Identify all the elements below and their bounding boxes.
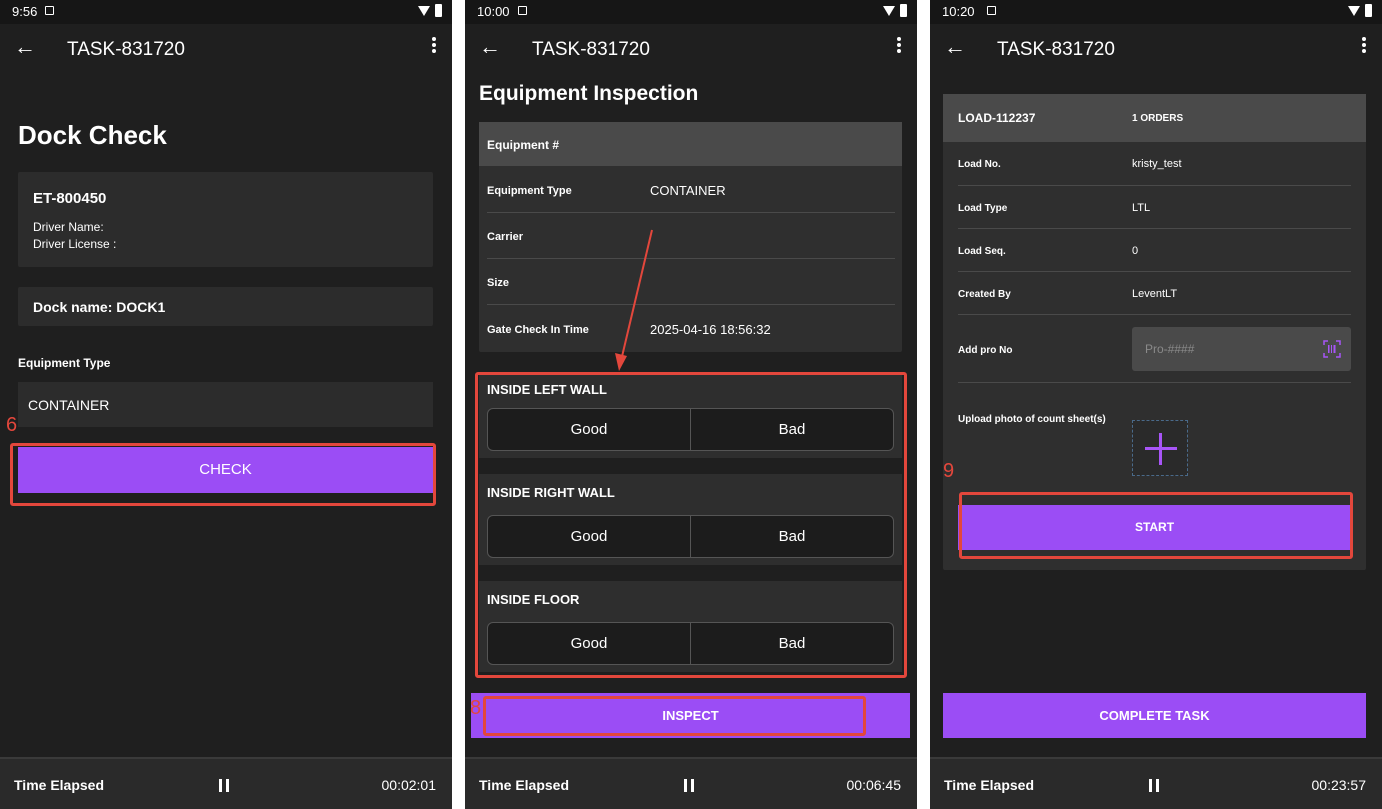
row-value: 2025-04-16 18:56:32 xyxy=(650,322,771,337)
battery-icon xyxy=(1365,4,1372,17)
dock-name: Dock name: DOCK1 xyxy=(33,299,166,315)
equipment-type-label: Equipment Type xyxy=(18,356,111,370)
row-value: LTL xyxy=(1132,202,1151,214)
annotation-box xyxy=(959,492,1353,559)
row-label: Created By xyxy=(958,289,1011,300)
annotation-box xyxy=(10,443,436,506)
equipment-type-value: CONTAINER xyxy=(28,397,110,413)
task-title: TASK-831720 xyxy=(532,39,650,60)
row-label: Gate Check In Time xyxy=(487,324,589,336)
dock-name-card: Dock name: DOCK1 xyxy=(18,287,433,326)
page-title: Equipment Inspection xyxy=(479,82,699,105)
plus-icon-vertical xyxy=(1159,433,1162,465)
entry-card: ET-800450 Driver Name: Driver License : xyxy=(18,172,433,267)
app-bar: ← TASK-831720 xyxy=(930,24,1382,78)
notification-icon xyxy=(518,6,527,15)
divider xyxy=(958,185,1351,186)
divider xyxy=(487,212,895,213)
row-label: Equipment Type xyxy=(487,185,572,197)
row-value: LeventLT xyxy=(1132,288,1178,300)
screen-dock-check: 9:56 ← TASK-831720 Dock Check ET-800450 … xyxy=(0,0,452,809)
pro-input-placeholder: Pro-#### xyxy=(1145,342,1195,356)
row-label: Size xyxy=(487,277,510,289)
pro-input[interactable]: Pro-#### xyxy=(1132,327,1351,371)
back-arrow-icon[interactable]: ← xyxy=(944,34,966,60)
status-bar: 10:20 xyxy=(930,0,1382,24)
time-elapsed-value: 00:02:01 xyxy=(381,777,437,793)
barcode-scan-icon[interactable] xyxy=(1323,340,1341,358)
upload-photo-button[interactable] xyxy=(1132,420,1188,476)
footer-bar: Time Elapsed 00:23:57 xyxy=(930,757,1382,809)
driver-license: Driver License : xyxy=(33,237,117,251)
annotation-marker: 9 xyxy=(943,460,955,482)
row-label: Carrier xyxy=(487,231,524,243)
more-vert-icon[interactable] xyxy=(1362,35,1366,55)
equipment-type-select[interactable]: CONTAINER xyxy=(18,382,433,427)
pause-icon[interactable] xyxy=(219,779,229,792)
app-bar: ← TASK-831720 xyxy=(0,24,452,78)
app-bar: ← TASK-831720 xyxy=(465,24,917,78)
driver-name: Driver Name: xyxy=(33,220,104,234)
annotation-marker: 6 xyxy=(6,414,18,436)
divider xyxy=(487,258,895,259)
time-elapsed-value: 00:06:45 xyxy=(846,777,902,793)
load-header: LOAD-112237 1 ORDERS xyxy=(943,94,1366,142)
row-value: 0 xyxy=(1132,245,1139,257)
divider xyxy=(958,382,1351,383)
screen-equipment-inspection: 10:00 ← TASK-831720 Equipment Inspection… xyxy=(465,0,917,809)
divider xyxy=(487,304,895,305)
task-title: TASK-831720 xyxy=(67,39,185,60)
time-elapsed-value: 00:23:57 xyxy=(1311,777,1367,793)
load-orders: 1 ORDERS xyxy=(1132,113,1184,124)
row-label: Load Seq. xyxy=(958,246,1006,257)
annotation-box xyxy=(483,696,866,736)
time-elapsed-label: Time Elapsed xyxy=(14,777,105,793)
annotation-marker: 8 xyxy=(470,697,482,719)
complete-task-button[interactable]: COMPLETE TASK xyxy=(943,693,1366,738)
more-vert-icon[interactable] xyxy=(432,35,436,55)
status-bar: 10:00 xyxy=(465,0,917,24)
task-title: TASK-831720 xyxy=(997,39,1115,60)
pro-label: Add pro No xyxy=(958,345,1013,356)
divider xyxy=(958,271,1351,272)
more-vert-icon[interactable] xyxy=(897,35,901,55)
notification-icon xyxy=(45,6,54,15)
entry-id: ET-800450 xyxy=(33,190,107,207)
battery-icon xyxy=(900,4,907,17)
back-arrow-icon[interactable]: ← xyxy=(479,34,501,60)
time-elapsed-label: Time Elapsed xyxy=(479,777,570,793)
row-label: Load No. xyxy=(958,159,1001,170)
status-bar: 9:56 xyxy=(0,0,452,24)
status-time: 10:20 xyxy=(942,4,975,19)
page-title: Dock Check xyxy=(18,120,167,150)
annotation-arrow xyxy=(615,229,653,371)
wifi-icon xyxy=(1348,6,1360,16)
notification-icon xyxy=(987,6,996,15)
equipment-table: Equipment # Equipment Type CONTAINER Car… xyxy=(479,122,902,352)
back-arrow-icon[interactable]: ← xyxy=(14,34,36,60)
wifi-icon xyxy=(418,6,430,16)
status-time: 9:56 xyxy=(12,4,38,19)
row-label: Load Type xyxy=(958,203,1008,214)
divider xyxy=(958,228,1351,229)
time-elapsed-label: Time Elapsed xyxy=(944,777,1035,793)
footer-bar: Time Elapsed 00:06:45 xyxy=(465,757,917,809)
row-value: CONTAINER xyxy=(650,183,726,198)
wifi-icon xyxy=(883,6,895,16)
table-header: Equipment # xyxy=(479,122,902,166)
pause-icon[interactable] xyxy=(684,779,694,792)
upload-label: Upload photo of count sheet(s) xyxy=(958,414,1106,425)
table-header-label: Equipment # xyxy=(487,138,560,152)
annotation-box xyxy=(475,372,907,678)
footer-bar: Time Elapsed 00:02:01 xyxy=(0,757,452,809)
divider xyxy=(958,314,1351,315)
screen-load-detail: 10:20 ← TASK-831720 LOAD-112237 1 ORDERS… xyxy=(930,0,1382,809)
row-value: kristy_test xyxy=(1132,158,1182,170)
pause-icon[interactable] xyxy=(1149,779,1159,792)
status-time: 10:00 xyxy=(477,4,510,19)
load-id: LOAD-112237 xyxy=(958,111,1036,125)
battery-icon xyxy=(435,4,442,17)
